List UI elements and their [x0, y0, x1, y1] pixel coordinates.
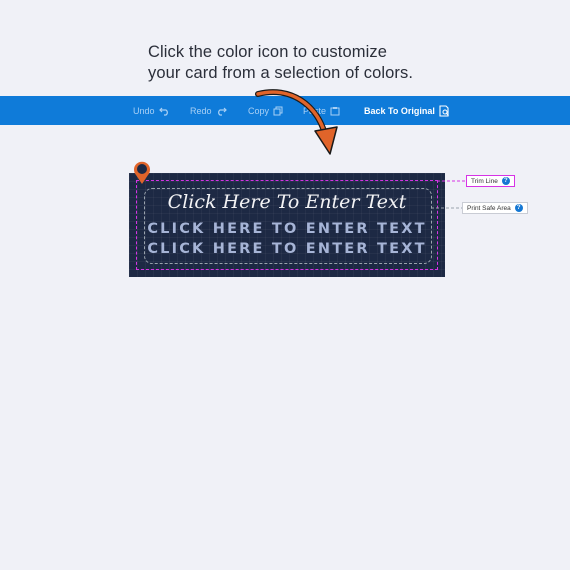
paste-icon: [330, 106, 340, 115]
trim-line-label: Trim Line: [471, 177, 498, 185]
card-text-line-2[interactable]: CLICK HERE TO ENTER TEXT: [129, 221, 445, 237]
legend-leader-lines: [431, 180, 466, 209]
paste-label: Paste: [303, 105, 327, 116]
card-text-line-3[interactable]: CLICK HERE TO ENTER TEXT: [129, 241, 445, 257]
help-icon[interactable]: ?: [501, 177, 510, 185]
help-icon[interactable]: ?: [514, 204, 523, 212]
color-picker-icon[interactable]: [131, 159, 153, 185]
redo-button[interactable]: Redo: [190, 96, 227, 125]
paste-button[interactable]: Paste: [303, 96, 340, 125]
back-to-original-label: Back To Original: [364, 105, 435, 116]
editor-toolbar: Undo Redo Copy Paste Back To Original: [0, 96, 570, 125]
copy-button[interactable]: Copy: [248, 96, 283, 125]
instruction-text: Click the color icon to customize your c…: [148, 42, 448, 84]
back-to-original-button[interactable]: Back To Original: [364, 96, 450, 125]
copy-icon: [273, 106, 283, 115]
pointer-arrow-icon: [255, 89, 338, 155]
trim-line-legend: Trim Line ?: [466, 175, 515, 187]
print-safe-area-label: Print Safe Area: [467, 204, 511, 212]
undo-button[interactable]: Undo: [133, 96, 170, 125]
redo-label: Redo: [190, 105, 212, 116]
undo-icon: [158, 107, 168, 116]
restore-document-icon: [439, 104, 449, 117]
redo-icon: [217, 107, 227, 116]
instruction-line-2: your card from a selection of colors.: [148, 64, 414, 82]
instruction-line-1: Click the color icon to customize: [148, 43, 387, 61]
undo-label: Undo: [133, 105, 155, 116]
print-safe-area-legend: Print Safe Area ?: [462, 202, 528, 214]
card-preview[interactable]: Click Here To Enter Text CLICK HERE TO E…: [129, 173, 445, 277]
card-text-line-1[interactable]: Click Here To Enter Text: [129, 191, 445, 213]
copy-label: Copy: [248, 105, 270, 116]
